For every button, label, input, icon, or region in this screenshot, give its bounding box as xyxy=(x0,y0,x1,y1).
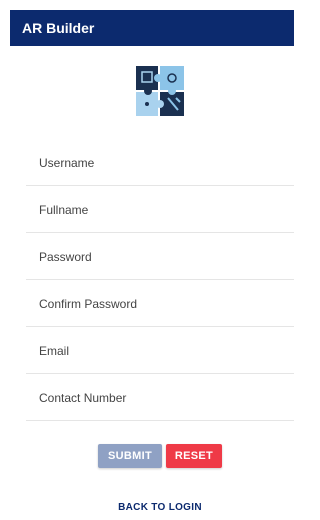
username-input[interactable] xyxy=(26,154,294,171)
fullname-field[interactable] xyxy=(26,187,294,233)
back-to-login-link[interactable]: BACK TO LOGIN xyxy=(100,502,220,513)
reset-button[interactable]: RESET xyxy=(166,444,222,468)
app-bar: AR Builder xyxy=(10,10,294,46)
email-field[interactable] xyxy=(26,328,294,374)
contact-number-input[interactable] xyxy=(26,389,294,406)
password-field[interactable] xyxy=(26,234,294,280)
confirm-password-field[interactable] xyxy=(26,281,294,327)
contact-number-field[interactable] xyxy=(26,375,294,421)
username-field[interactable] xyxy=(26,140,294,186)
submit-button[interactable]: SUBMIT xyxy=(98,444,162,468)
fullname-input[interactable] xyxy=(26,201,294,218)
puzzle-logo-icon xyxy=(136,66,184,116)
confirm-password-input[interactable] xyxy=(26,295,294,312)
password-input[interactable] xyxy=(26,248,294,265)
app-title: AR Builder xyxy=(22,20,95,36)
email-input[interactable] xyxy=(26,342,294,359)
